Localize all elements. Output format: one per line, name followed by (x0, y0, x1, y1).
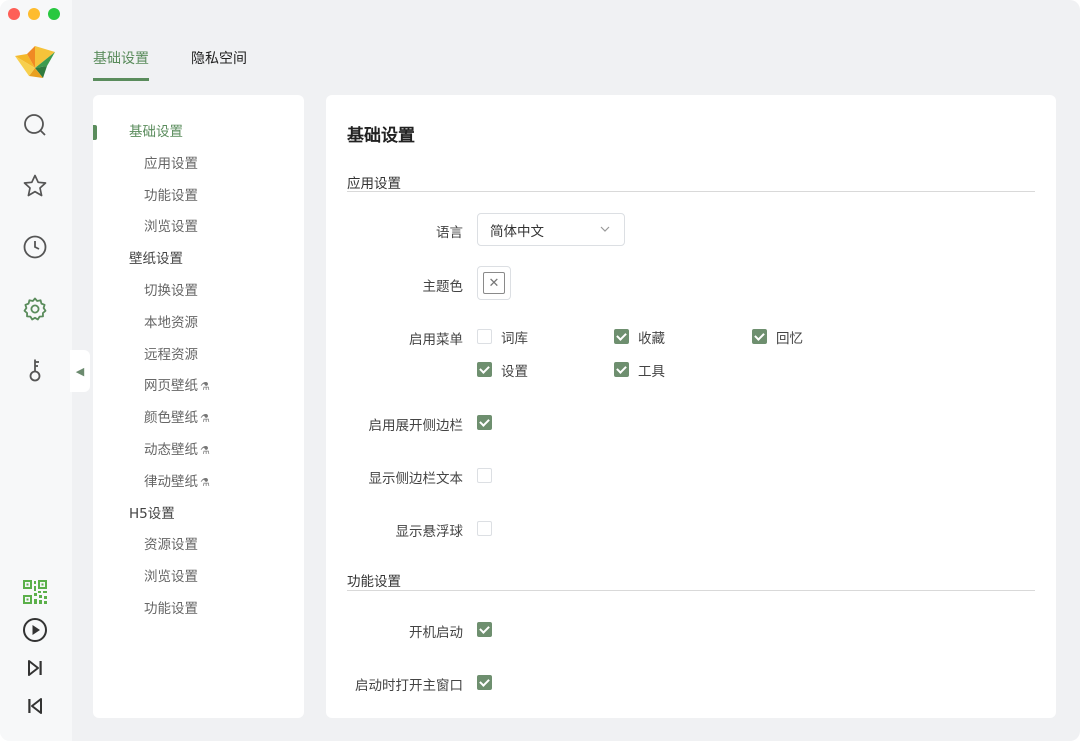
nav-item[interactable]: 颜色壁纸 ⚗ (93, 403, 304, 435)
nav-item-label: 本地资源 (144, 314, 198, 331)
play-icon[interactable] (21, 616, 49, 644)
open-main-window-checkbox[interactable] (477, 675, 492, 690)
key-icon[interactable] (21, 356, 49, 384)
nav-item-label: 切换设置 (144, 282, 198, 299)
nav-item[interactable]: 应用设置 (93, 149, 304, 181)
nav-item-label: 壁纸设置 (129, 251, 183, 268)
expand-sidebar-checkbox[interactable] (477, 415, 492, 430)
nav-item-label: 网页壁纸 (144, 378, 198, 395)
nav-item[interactable]: 网页壁纸 ⚗ (93, 371, 304, 403)
theme-color-label: 主题色 (422, 279, 464, 295)
nav-item-label: 应用设置 (144, 155, 198, 172)
left-rail (0, 0, 72, 741)
clock-icon[interactable] (21, 233, 49, 261)
window-controls (8, 8, 60, 20)
skip-previous-icon[interactable] (21, 692, 49, 720)
close-window-button[interactable] (8, 8, 20, 20)
chevron-down-icon (600, 226, 610, 232)
open-main-window-label: 启动时打开主窗口 (355, 678, 463, 694)
nav-item[interactable]: 浏览设置 (93, 562, 304, 594)
menu-tools-checkbox[interactable] (614, 362, 629, 377)
search-icon[interactable] (21, 111, 49, 139)
menu-lexicon-label: 词库 (501, 331, 528, 347)
page-title: 基础设置 (347, 126, 415, 146)
settings-nav-panel: 基础设置 应用设置 功能设置 浏览设置 壁纸设置 切换设置 本地资源 远程资源 网页壁纸 ⚗ 颜色壁… (93, 95, 304, 718)
float-ball-checkbox[interactable] (477, 521, 492, 536)
caret-left-icon: ◀ (75, 364, 85, 378)
float-ball-label: 显示悬浮球 (395, 524, 464, 540)
section-divider (347, 590, 1035, 591)
menu-memories-checkbox[interactable] (752, 329, 767, 344)
nav-item-label: 颜色壁纸 (144, 410, 198, 427)
language-select-value: 简体中文 (490, 223, 544, 240)
nav-item[interactable]: H5设置 (93, 499, 304, 531)
qrcode-icon[interactable] (21, 578, 49, 606)
experimental-flask-icon: ⚗ (200, 380, 210, 394)
nav-item-label: 功能设置 (144, 187, 198, 204)
nav-item[interactable]: 本地资源 (93, 308, 304, 340)
section-title-func: 功能设置 (347, 574, 401, 590)
nav-item-label: 浏览设置 (144, 219, 198, 236)
maximize-window-button[interactable] (48, 8, 60, 20)
nav-item-label: 基础设置 (129, 124, 183, 140)
tab-privacy-space[interactable]: 隐私空间 (191, 48, 247, 81)
minimize-window-button[interactable] (28, 8, 40, 20)
nav-item-label: 浏览设置 (144, 569, 198, 586)
menu-label: 启用菜单 (409, 332, 463, 348)
section-divider (347, 191, 1035, 192)
app-window: ◀ 基础设置 隐私空间 基础设置 应用设置 功能设置 浏览设置 壁纸设置 切换设置 本地资源… (0, 0, 1080, 741)
nav-item-label: 功能设置 (144, 600, 198, 617)
autostart-label: 开机启动 (409, 625, 463, 641)
expand-sidebar-label: 启用展开侧边栏 (368, 418, 464, 434)
nav-item-label: H5设置 (129, 505, 175, 522)
language-select[interactable]: 简体中文 (477, 213, 625, 246)
gear-icon[interactable] (21, 295, 49, 323)
autostart-checkbox[interactable] (477, 622, 492, 637)
nav-item[interactable]: 浏览设置 (93, 212, 304, 244)
nav-item[interactable]: 切换设置 (93, 276, 304, 308)
nav-item[interactable]: 动态壁纸 ⚗ (93, 435, 304, 467)
experimental-flask-icon: ⚗ (200, 475, 210, 489)
nav-item[interactable]: 功能设置 (93, 594, 304, 626)
star-icon[interactable] (21, 172, 49, 200)
tab-basic-settings[interactable]: 基础设置 (93, 48, 149, 81)
nav-item[interactable]: 壁纸设置 (93, 244, 304, 276)
nav-item[interactable]: 律动壁纸 ⚗ (93, 467, 304, 499)
nav-item[interactable]: 基础设置 (93, 117, 304, 149)
top-tabs: 基础设置 隐私空间 (93, 48, 247, 81)
nav-item-label: 远程资源 (144, 346, 198, 363)
nav-item[interactable]: 远程资源 (93, 340, 304, 372)
sidebar-text-label: 显示侧边栏文本 (368, 471, 464, 487)
menu-settings-label: 设置 (501, 364, 528, 380)
nav-item-label: 律动壁纸 (144, 473, 198, 490)
menu-favorites-checkbox[interactable] (614, 329, 629, 344)
menu-favorites-label: 收藏 (638, 331, 665, 347)
experimental-flask-icon: ⚗ (200, 443, 210, 457)
menu-lexicon-checkbox[interactable] (477, 329, 492, 344)
menu-memories-label: 回忆 (776, 331, 803, 347)
nav-item-label: 资源设置 (144, 537, 198, 554)
experimental-flask-icon: ⚗ (200, 412, 210, 426)
settings-content-panel: 基础设置 应用设置 语言 简体中文 主题色 ✕ 启用菜单 词库 收藏 回忆 设置… (326, 95, 1056, 718)
color-none-icon: ✕ (483, 272, 505, 294)
sidebar-text-checkbox[interactable] (477, 468, 492, 483)
collapse-sidebar-button[interactable]: ◀ (70, 350, 90, 392)
menu-settings-checkbox[interactable] (477, 362, 492, 377)
theme-color-picker[interactable]: ✕ (477, 266, 511, 300)
nav-item[interactable]: 资源设置 (93, 530, 304, 562)
nav-item-label: 动态壁纸 (144, 441, 198, 458)
app-logo-icon (15, 46, 55, 78)
section-title-app: 应用设置 (347, 176, 401, 192)
language-label: 语言 (436, 225, 463, 241)
menu-tools-label: 工具 (638, 364, 665, 380)
skip-next-icon[interactable] (21, 654, 49, 682)
settings-nav-list: 基础设置 应用设置 功能设置 浏览设置 壁纸设置 切换设置 本地资源 远程资源 网页壁纸 ⚗ 颜色壁… (93, 117, 304, 626)
nav-item[interactable]: 功能设置 (93, 181, 304, 213)
